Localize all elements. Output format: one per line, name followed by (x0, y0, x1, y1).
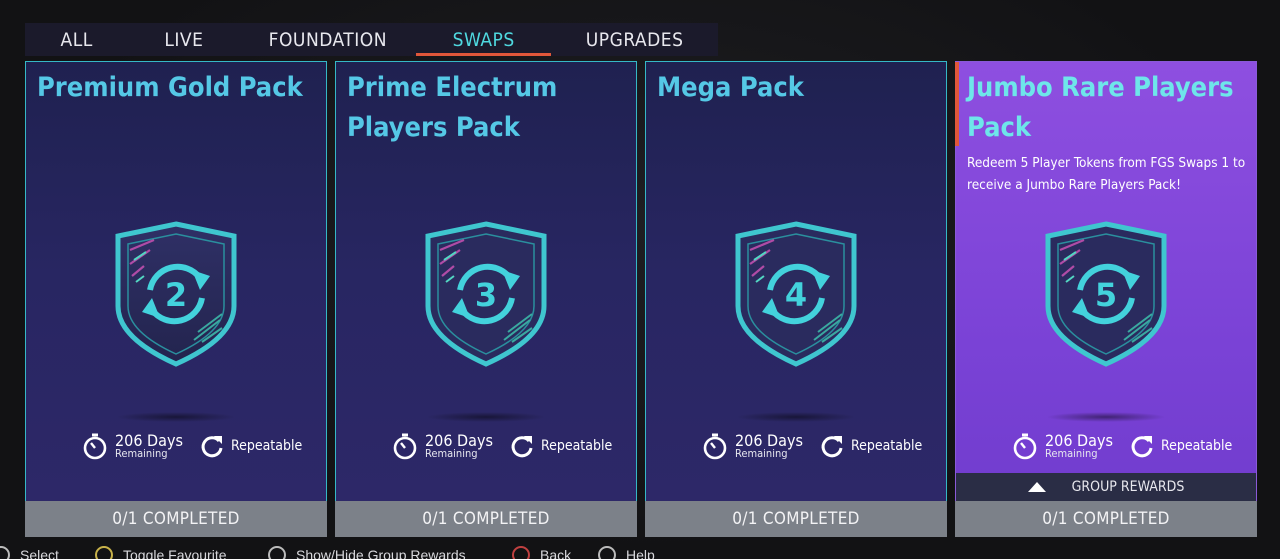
objective-card-prime-electrum-players-pack[interactable]: Prime Electrum Players Pack 3 206 Days R… (335, 61, 637, 537)
remaining-label: Remaining (425, 447, 478, 460)
hint-back[interactable]: Back (512, 546, 571, 559)
card-description: Redeem 5 Player Tokens from FGS Swaps 1 … (967, 155, 1246, 193)
group-rewards-toggle[interactable]: GROUP REWARDS (956, 473, 1256, 501)
repeat-icon (511, 436, 533, 458)
completion-status: 0/1 COMPLETED (335, 501, 637, 537)
hint-show-hide-group-rewards[interactable]: Show/Hide Group Rewards (268, 546, 466, 559)
completion-status: 0/1 COMPLETED (645, 501, 947, 537)
tab-live[interactable]: LIVE (128, 23, 239, 56)
controller-hints: Select Toggle Favourite Show/Hide Group … (0, 542, 1280, 559)
swap-shield-icon: 3 (425, 221, 547, 367)
repeat-icon (1131, 436, 1153, 458)
remaining-label: Remaining (115, 447, 168, 460)
repeatable-label: Repeatable (540, 438, 613, 454)
tab-foundation[interactable]: FOUNDATION (239, 23, 416, 56)
completion-status: 0/1 COMPLETED (955, 501, 1257, 537)
hint-select[interactable]: Select (0, 546, 59, 559)
objective-card-mega-pack[interactable]: Mega Pack 4 206 Days Remaining Repeatabl… (645, 61, 947, 537)
swap-shield-icon: 4 (735, 221, 857, 367)
remaining-label: Remaining (735, 447, 788, 460)
r-stick-icon (268, 546, 286, 559)
hint-toggle-favourite[interactable]: Toggle Favourite (95, 546, 227, 559)
tab-all[interactable]: ALL (25, 23, 128, 56)
tab-upgrades[interactable]: UPGRADES (551, 23, 718, 56)
card-title: Prime Electrum Players Pack (347, 72, 558, 143)
remaining-label: Remaining (1045, 447, 1098, 460)
hint-help[interactable]: Help (598, 546, 655, 559)
b-button-icon (512, 546, 530, 559)
svg-text:3: 3 (475, 276, 497, 314)
repeat-icon (201, 436, 223, 458)
y-button-icon (95, 546, 113, 559)
card-meta: 206 Days Remaining Repeatable (81, 430, 302, 462)
stopwatch-icon (703, 433, 727, 460)
swap-shield-icon: 5 (1045, 221, 1167, 367)
tab-swaps[interactable]: SWAPS (416, 23, 552, 56)
repeatable-label: Repeatable (850, 438, 923, 454)
repeat-icon (821, 436, 843, 458)
swap-shield-icon: 2 (115, 221, 237, 367)
stopwatch-icon (83, 433, 107, 460)
objective-card-jumbo-rare-players-pack[interactable]: Jumbo Rare Players Pack Redeem 5 Player … (955, 61, 1257, 537)
svg-text:2: 2 (165, 276, 187, 314)
card-meta: 206 Days Remaining Repeatable (1011, 430, 1232, 462)
a-button-icon (0, 546, 10, 559)
objectives-tab-bar: ALL LIVE FOUNDATION SWAPS UPGRADES (25, 23, 718, 56)
repeatable-label: Repeatable (1160, 438, 1233, 454)
card-title: Premium Gold Pack (37, 72, 303, 103)
stopwatch-icon (393, 433, 417, 460)
repeatable-label: Repeatable (230, 438, 303, 454)
group-rewards-label: GROUP REWARDS (1071, 479, 1185, 495)
completion-status: 0/1 COMPLETED (25, 501, 327, 537)
svg-text:4: 4 (785, 276, 807, 314)
card-title: Jumbo Rare Players Pack (967, 72, 1234, 143)
card-meta: 206 Days Remaining Repeatable (701, 430, 922, 462)
stopwatch-icon (1013, 433, 1037, 460)
card-meta: 206 Days Remaining Repeatable (391, 430, 612, 462)
objective-card-premium-gold-pack[interactable]: Premium Gold Pack 2 206 Days Remaining R… (25, 61, 327, 537)
svg-text:5: 5 (1095, 276, 1117, 314)
triangle-up-icon (1027, 482, 1046, 492)
view-button-icon (598, 546, 616, 559)
card-title: Mega Pack (657, 72, 804, 103)
